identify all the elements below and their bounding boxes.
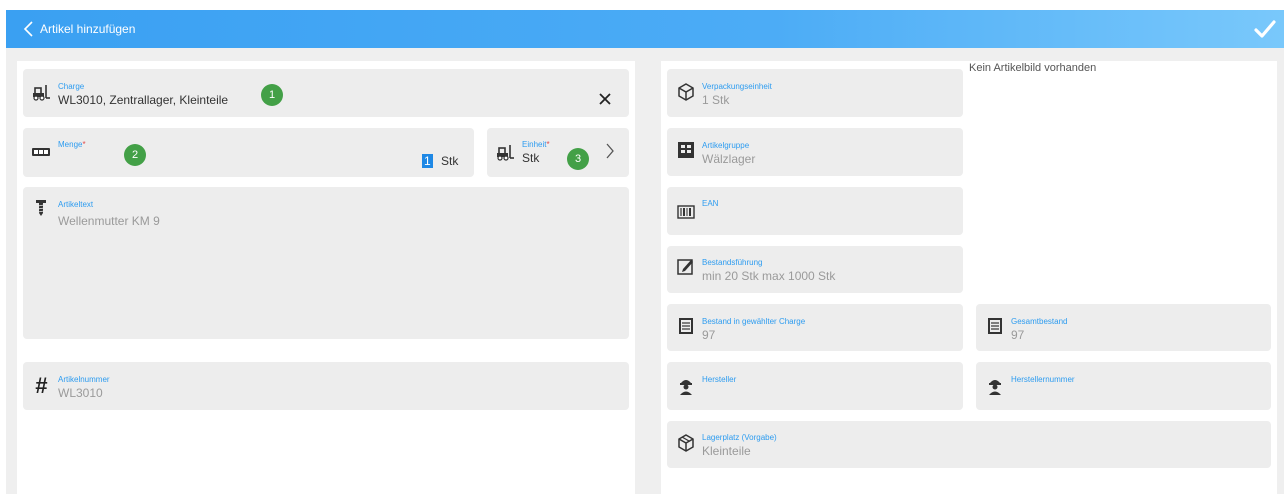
- forklift-icon: [497, 145, 514, 161]
- herstellernummer-field: Herstellernummer: [976, 362, 1271, 410]
- forklift-icon: [33, 85, 50, 101]
- artikelnummer-label: Artikelnummer: [58, 375, 110, 384]
- bestandsfuehrung-value: min 20 Stk max 1000 Stk: [702, 269, 836, 283]
- charge-field[interactable]: Charge WL3010, Zentrallager, Kleinteile …: [23, 69, 629, 117]
- artikeltext-field[interactable]: Artikeltext Wellenmutter KM 9: [23, 187, 629, 339]
- artikelgruppe-value: Wälzlager: [702, 152, 756, 166]
- verpackungseinheit-field: Verpackungseinheit 1 Stk: [667, 69, 963, 117]
- einheit-label: Einheit*: [522, 140, 550, 149]
- hersteller-field: Hersteller: [667, 362, 963, 410]
- menge-value: 1: [422, 154, 433, 168]
- bestandsfuehrung-field: Bestandsführung min 20 Stk max 1000 Stk: [667, 246, 963, 293]
- ean-field: EAN: [667, 187, 963, 235]
- edit-note-icon: [677, 259, 693, 275]
- inventory-sheet-icon: [988, 318, 1002, 334]
- screw-icon: [36, 200, 46, 216]
- step-badge-1: 1: [261, 84, 283, 106]
- close-icon[interactable]: [599, 93, 611, 105]
- einheit-value: Stk: [522, 151, 540, 165]
- menge-field[interactable]: Menge* 2 1 Stk: [23, 128, 474, 177]
- artikelgruppe-field: Artikelgruppe Wälzlager: [667, 128, 963, 176]
- charge-value: WL3010, Zentrallager, Kleinteile: [58, 93, 229, 107]
- header-bar: Artikel hinzufügen: [6, 10, 1284, 48]
- worker-icon: [680, 380, 692, 395]
- verpackungseinheit-label: Verpackungseinheit: [702, 82, 772, 91]
- gesamtbestand-value: 97: [1011, 328, 1025, 342]
- hersteller-label: Hersteller: [702, 375, 737, 384]
- lagerplatz-value: Kleinteile: [702, 444, 751, 458]
- group-icon: [678, 142, 694, 158]
- menge-label: Menge*: [58, 140, 86, 149]
- ean-label: EAN: [702, 199, 719, 208]
- step-badge-3: 3: [567, 148, 589, 170]
- charge-label: Charge: [58, 82, 85, 91]
- bestandsfuehrung-label: Bestandsführung: [702, 258, 763, 267]
- barcode-icon: [677, 205, 695, 219]
- package-icon: [678, 83, 694, 101]
- page-title: Artikel hinzufügen: [40, 22, 136, 36]
- menge-unit: Stk: [441, 154, 459, 168]
- back-arrow-icon[interactable]: [20, 20, 38, 38]
- lagerplatz-label: Lagerplatz (Vorgabe): [702, 433, 777, 442]
- gesamtbestand-label: Gesamtbestand: [1011, 317, 1068, 326]
- artikelgruppe-label: Artikelgruppe: [702, 141, 750, 150]
- hash-icon: #: [35, 373, 48, 398]
- gesamtbestand-field: Gesamtbestand 97: [976, 304, 1271, 351]
- menge-input[interactable]: 1: [422, 154, 433, 168]
- einheit-field[interactable]: Einheit* Stk 3: [487, 128, 629, 177]
- artikeltext-label: Artikeltext: [58, 200, 94, 209]
- worker-icon: [989, 380, 1001, 395]
- no-image-text: Kein Artikelbild vorhanden: [969, 62, 1097, 74]
- chevron-right-icon[interactable]: [605, 142, 615, 160]
- artikelnummer-field[interactable]: # Artikelnummer WL3010: [23, 362, 629, 410]
- quantity-counter-icon: [32, 148, 50, 156]
- storage-box-icon: [678, 434, 694, 452]
- bestand-charge-field: Bestand in gewählter Charge 97: [667, 304, 963, 351]
- checkmark-icon[interactable]: [1254, 19, 1276, 39]
- artikeltext-value: Wellenmutter KM 9: [58, 214, 160, 228]
- bestand-charge-value: 97: [702, 328, 716, 342]
- verpackungseinheit-value: 1 Stk: [702, 93, 730, 107]
- step-badge-2: 2: [124, 144, 146, 166]
- herstellernummer-label: Herstellernummer: [1011, 375, 1075, 384]
- inventory-sheet-icon: [679, 318, 693, 334]
- lagerplatz-field: Lagerplatz (Vorgabe) Kleinteile: [667, 421, 1271, 468]
- artikelnummer-value: WL3010: [58, 386, 103, 400]
- bestand-charge-label: Bestand in gewählter Charge: [702, 317, 806, 326]
